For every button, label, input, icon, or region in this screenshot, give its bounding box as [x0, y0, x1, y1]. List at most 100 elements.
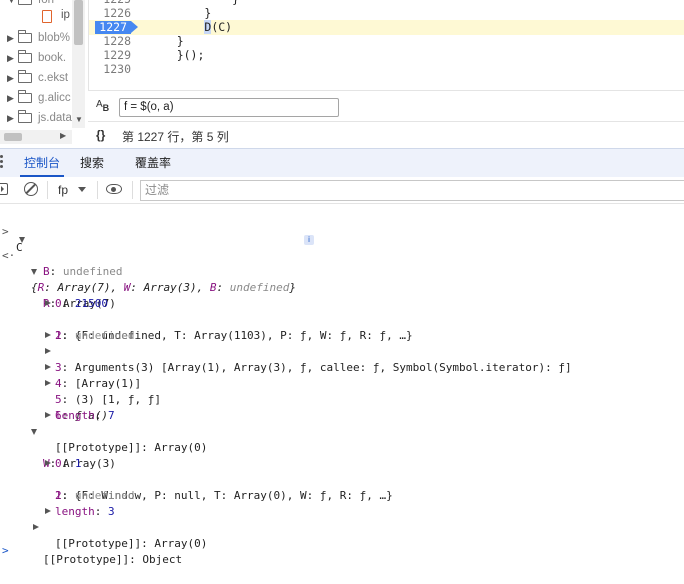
tree-vertical-scrollbar[interactable]: ▼: [72, 0, 85, 128]
tab-coverage[interactable]: 覆盖率: [135, 149, 171, 177]
property-row[interactable]: [[Prototype]]: Array(0): [0, 504, 684, 550]
property-row[interactable]: [[Prototype]]: Array(0): [0, 408, 684, 454]
folder-icon: [18, 110, 32, 123]
filter-input[interactable]: 过滤: [140, 180, 684, 201]
property-row[interactable]: 2: undefined: [0, 472, 684, 502]
expand-triangle-icon[interactable]: ▶: [7, 48, 14, 68]
property-row[interactable]: length: 3: [0, 488, 684, 518]
tree-horizontal-scrollbar[interactable]: ▶: [0, 130, 72, 144]
property-row[interactable]: 4: [Array(1)]: [0, 344, 684, 390]
expand-triangle-icon[interactable]: ▶: [7, 68, 14, 88]
tree-folder-book[interactable]: ▶ book.: [0, 48, 72, 68]
property-row[interactable]: 0: 21500: [0, 280, 684, 310]
tree-folder-label: js.data: [38, 112, 72, 124]
console-output[interactable]: > C <· {R: Array(7), W: Array(3), B: und…: [0, 204, 684, 566]
property-row[interactable]: 1: {F: Window, P: null, T: Array(0), W: …: [0, 456, 684, 502]
match-case-icon-sub: B: [102, 103, 110, 113]
tree-folder-cekst[interactable]: ▶ c.ekst: [0, 68, 72, 88]
live-expression-eye-icon[interactable]: [106, 184, 122, 194]
expand-triangle-icon[interactable]: [31, 429, 37, 435]
toolbar-divider: [47, 181, 48, 199]
info-icon[interactable]: i: [304, 235, 314, 245]
context-selector[interactable]: fp: [58, 181, 86, 199]
editor-status-bar: {} 第 1227 行，第 5 列: [88, 121, 684, 149]
expand-triangle-icon[interactable]: [45, 348, 51, 354]
property-key: [[Prototype]]: [43, 553, 130, 566]
drawer-menu-kebab-icon[interactable]: [0, 155, 6, 170]
code-text[interactable]: }();: [149, 48, 205, 63]
expand-triangle-icon[interactable]: [45, 412, 51, 418]
match-case-icon[interactable]: AB: [96, 99, 110, 113]
console-sidebar-toggle-icon[interactable]: [0, 183, 8, 195]
console-input-line[interactable]: > C: [0, 208, 684, 254]
tab-console[interactable]: 控制台: [19, 149, 65, 177]
tree-item-label: fon: [38, 0, 54, 6]
scrollbar-thumb[interactable]: [4, 133, 22, 141]
line-number[interactable]: 1228: [89, 34, 131, 49]
cursor-position: 第 1227 行，第 5 列: [122, 130, 229, 144]
drawer-tab-bar: 控制台 搜索 覆盖率: [0, 148, 684, 178]
property-row[interactable]: length: 7: [0, 392, 684, 422]
folder-icon: [18, 30, 32, 43]
property-row[interactable]: 2: undefined: [0, 312, 684, 342]
code-line[interactable]: 1229 }();: [89, 48, 684, 63]
property-row[interactable]: R: Array(7): [0, 264, 684, 310]
file-icon: [42, 10, 52, 23]
property-row[interactable]: 0: 1: [0, 440, 684, 470]
property-row[interactable]: B: undefined: [0, 248, 684, 278]
expand-triangle-icon[interactable]: ▶: [7, 88, 14, 108]
line-number[interactable]: 1229: [89, 48, 131, 63]
property-row[interactable]: [[Prototype]]: Object: [0, 520, 684, 566]
property-row[interactable]: W: Array(3): [0, 424, 684, 470]
property-row[interactable]: 1: {F: undefined, T: Array(1103), P: ƒ, …: [0, 296, 684, 342]
scrollbar-thumb[interactable]: [74, 0, 83, 45]
code-line[interactable]: 1228 }: [89, 34, 684, 49]
scroll-right-arrow-icon[interactable]: ▶: [60, 131, 66, 140]
expand-triangle-icon[interactable]: [19, 237, 25, 243]
expand-triangle-icon[interactable]: [45, 332, 51, 338]
tree-folder-galicc[interactable]: ▶ g.alicc: [0, 88, 72, 108]
code-token: (C): [211, 20, 233, 34]
tree-folder-jsdata[interactable]: ▶ js.data: [0, 108, 72, 128]
match-case-icon-letter: A: [96, 99, 103, 110]
expand-triangle-icon[interactable]: [33, 524, 39, 530]
tab-search[interactable]: 搜索: [80, 149, 104, 177]
expand-triangle-icon[interactable]: [31, 269, 37, 275]
code-text[interactable]: }: [149, 34, 184, 49]
console-result-line[interactable]: <· {R: Array(7), W: Array(3), B: undefin…: [0, 232, 684, 294]
code-text[interactable]: }: [149, 6, 211, 21]
pretty-print-braces-icon[interactable]: {}: [96, 128, 105, 142]
property-row[interactable]: 3: Arguments(3) [Array(1), Array(3), ƒ, …: [0, 328, 684, 374]
property-row[interactable]: 5: (3) [1, ƒ, ƒ]: [0, 360, 684, 406]
code-line-current[interactable]: 1227 D(C): [89, 20, 684, 35]
tree-folder-label: g.alicc: [38, 92, 71, 104]
expand-triangle-icon[interactable]: [45, 508, 51, 514]
folder-icon: [18, 0, 32, 5]
property-row[interactable]: 6: ƒ a(): [0, 376, 684, 422]
property-value: Array(0): [154, 537, 208, 550]
expand-triangle-icon[interactable]: ▼: [7, 0, 16, 10]
scroll-down-arrow-icon[interactable]: ▼: [75, 115, 83, 124]
line-number[interactable]: 1226: [89, 6, 131, 21]
chevron-down-icon: [78, 187, 86, 192]
breakpoint-line-marker[interactable]: 1227: [95, 21, 138, 34]
expand-triangle-icon[interactable]: [45, 460, 51, 466]
tree-folder-blob[interactable]: ▶ blob%: [0, 28, 72, 48]
file-tree: ▼ fon ip ▶ blob% ▶ book. ▶ c.ekst ▶ g.al…: [0, 0, 88, 148]
console-prompt-icon[interactable]: >: [2, 544, 9, 557]
expand-triangle-icon[interactable]: ▶: [7, 28, 14, 48]
code-line[interactable]: 1230: [89, 62, 684, 77]
expand-triangle-icon[interactable]: [45, 364, 51, 370]
expand-triangle-icon[interactable]: [45, 300, 51, 306]
folder-icon: [18, 90, 32, 103]
find-input[interactable]: f = $(o, a): [119, 98, 339, 117]
code-line[interactable]: 1226 }: [89, 6, 684, 21]
clear-console-icon[interactable]: [24, 182, 38, 196]
code-editor[interactable]: 1225 } 1226 } 1227 D(C) 1228 } 1229 }();…: [88, 0, 684, 90]
console-toolbar: fp 过滤: [0, 177, 684, 204]
expand-triangle-icon[interactable]: [45, 380, 51, 386]
code-text[interactable]: D(C): [149, 20, 232, 35]
line-number[interactable]: 1230: [89, 62, 131, 77]
expand-triangle-icon[interactable]: ▶: [7, 108, 14, 128]
